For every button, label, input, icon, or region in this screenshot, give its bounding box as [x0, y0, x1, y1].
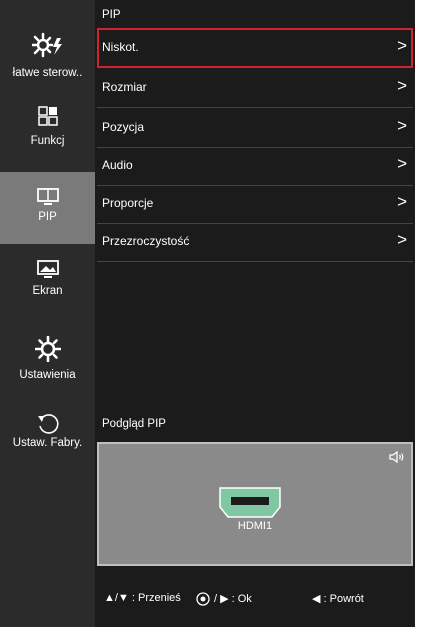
sidebar-item-label: Ekran	[32, 285, 63, 297]
preview-title: Podgląd PIP	[102, 418, 166, 430]
hdmi-port-icon	[219, 487, 281, 524]
reset-icon	[0, 412, 95, 436]
menu-item-label: Audio	[102, 158, 133, 172]
menu-item-proporcje[interactable]: Proporcje >	[97, 184, 413, 224]
sidebar-item-label: Funkcj	[30, 135, 65, 147]
menu-item-niskot[interactable]: Niskot. >	[97, 28, 413, 68]
osd-menu: łatwe sterow.. Funkcj PIP Ekran Ustawien…	[0, 0, 415, 627]
menu-item-label: Rozmiar	[102, 80, 147, 94]
menu-item-audio[interactable]: Audio >	[97, 146, 413, 186]
pip-icon	[0, 188, 95, 206]
sidebar-item-factory-reset[interactable]: Ustaw. Fabry.	[0, 408, 95, 468]
settings-gear-icon	[0, 336, 95, 362]
sidebar-item-label: Ustaw. Fabry.	[12, 437, 83, 449]
chevron-right-icon: >	[397, 230, 407, 249]
sidebar-item-function[interactable]: Funkcj	[0, 98, 95, 166]
pip-preview-panel: HDMI1	[97, 442, 413, 566]
sidebar-item-label: Ustawienia	[19, 369, 76, 381]
chevron-right-icon: >	[397, 36, 407, 55]
menu-item-rozmiar[interactable]: Rozmiar >	[97, 68, 413, 108]
sidebar-item-label: łatwe sterow..	[12, 67, 83, 79]
sidebar-item-quick-settings[interactable]: łatwe sterow..	[0, 0, 95, 88]
sidebar-item-screen[interactable]: Ekran	[0, 252, 95, 320]
footer-back-hint: ◀ : Powrót	[312, 593, 364, 605]
chevron-right-icon: >	[397, 76, 407, 95]
footer-ok-hint: / ▶ : Ok	[214, 593, 252, 605]
function-icon	[0, 106, 95, 126]
menu-item-przezroczystosc[interactable]: Przezroczystość >	[97, 222, 413, 262]
sidebar-item-label: PIP	[38, 211, 57, 223]
joystick-button-icon	[196, 592, 210, 611]
page-title: PIP	[102, 9, 121, 21]
menu-item-label: Przezroczystość	[102, 234, 190, 248]
menu-item-label: Niskot.	[102, 40, 139, 54]
menu-item-label: Proporcje	[102, 196, 154, 210]
input-source-label: HDMI1	[237, 520, 273, 532]
footer-move-hint: ▲/▼ : Przenieś	[104, 592, 181, 604]
sidebar-item-pip[interactable]: PIP	[0, 172, 95, 244]
screen-icon	[0, 260, 95, 280]
chevron-right-icon: >	[397, 154, 407, 173]
chevron-right-icon: >	[397, 192, 407, 211]
speaker-icon	[389, 450, 405, 468]
menu-item-label: Pozycja	[102, 120, 145, 134]
chevron-right-icon: >	[397, 116, 407, 135]
menu-item-pozycja[interactable]: Pozycja >	[97, 108, 413, 148]
quick-settings-icon	[0, 32, 95, 58]
sidebar-item-settings[interactable]: Ustawienia	[0, 326, 95, 402]
sidebar: łatwe sterow.. Funkcj PIP Ekran Ustawien…	[0, 0, 95, 627]
